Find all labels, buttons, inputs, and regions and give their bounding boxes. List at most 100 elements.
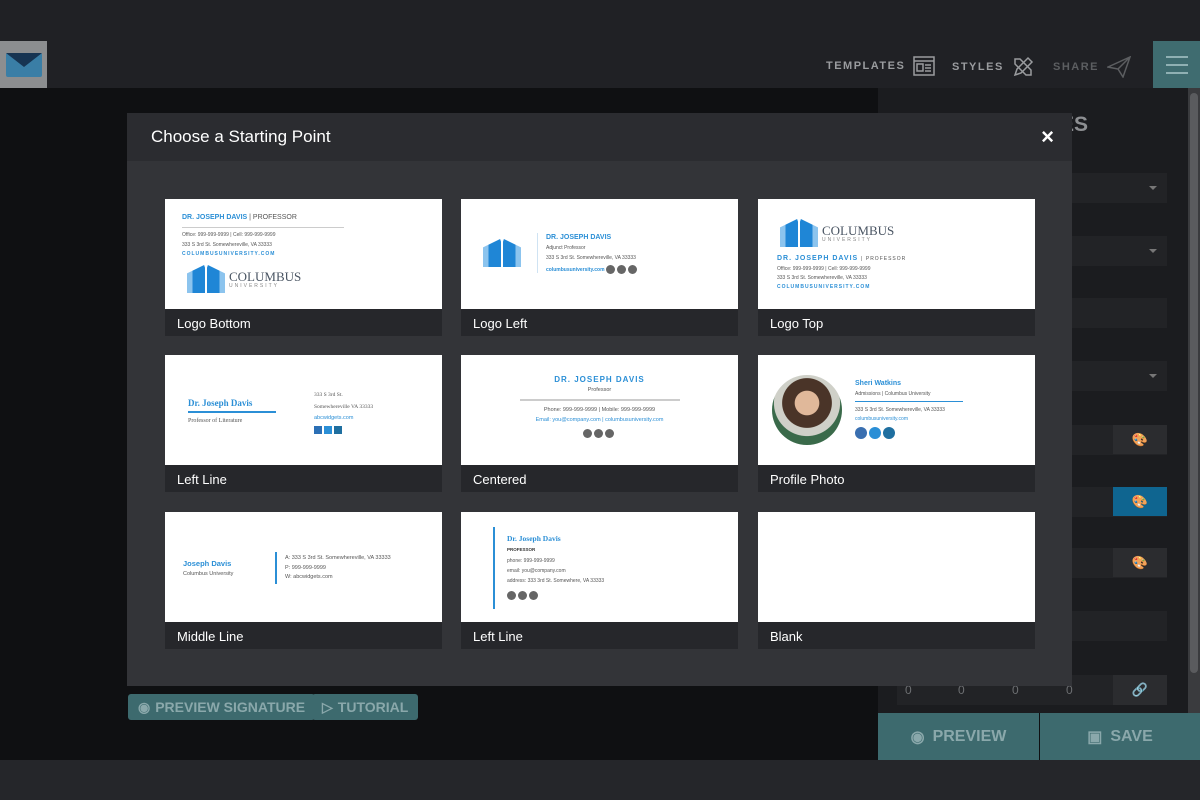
close-icon[interactable]: × <box>1041 124 1054 150</box>
template-card-middle-line[interactable]: Joseph Davis Columbus University A: 333 … <box>165 512 442 649</box>
modal-title: Choose a Starting Point <box>151 127 331 146</box>
tutorial-label: TUTORIAL <box>337 699 409 715</box>
link-icon: 🔗 <box>1131 682 1149 697</box>
templates-icon <box>913 56 936 76</box>
sig-name: DR. JOSEPH DAVIS <box>777 255 859 262</box>
facebook-icon <box>583 429 592 438</box>
logo-text: COLUMBUS <box>229 268 302 284</box>
template-label: Logo Bottom <box>177 316 251 331</box>
caret-down-icon <box>1149 374 1157 382</box>
template-preview: Joseph Davis Columbus University A: 333 … <box>165 512 442 622</box>
template-card-left-line-2[interactable]: Dr. Joseph Davis PROFESSOR phone: 999-99… <box>461 512 738 649</box>
sig-phone: phone: 999-999-9999 <box>507 558 555 564</box>
template-preview: COLUMBUS UNIVERSITY DR. JOSEPH DAVIS | PR… <box>758 199 1035 309</box>
profile-photo <box>772 375 842 445</box>
template-label: Left Line <box>473 629 523 644</box>
sig-web: COLUMBUSUNIVERSITY.COM <box>182 251 276 257</box>
sig-web: columbusuniversity.com <box>855 416 908 422</box>
nav-styles-label: STYLES <box>952 61 1004 73</box>
facebook-icon <box>314 426 322 434</box>
caret-down-icon <box>1149 186 1157 194</box>
template-preview: DR. JOSEPH DAVIS | PROFESSOR Office: 999… <box>165 199 442 309</box>
save-button[interactable]: ▣ SAVE <box>1040 713 1200 760</box>
twitter-icon <box>594 429 603 438</box>
sig-name: Dr. Joseph Davis <box>188 398 253 408</box>
sig-name: Dr. Joseph Davis <box>507 534 561 543</box>
sig-title: Admissions | Columbus University <box>855 391 931 397</box>
nav-styles[interactable]: STYLES <box>952 56 1034 78</box>
hamburger-menu-button[interactable] <box>1153 41 1200 88</box>
sig-address: 333 S 3rd St. Somewhereville, VA 33333 <box>777 275 867 281</box>
sig-name: Joseph Davis <box>183 559 232 568</box>
bottom-bar <box>0 760 1200 800</box>
template-card-logo-left[interactable]: DR. JOSEPH DAVIS Adjunct Professor 333 S… <box>461 199 738 336</box>
template-label: Middle Line <box>177 629 244 644</box>
template-label: Profile Photo <box>770 472 845 487</box>
linkedin-icon <box>883 427 895 439</box>
sig-phones: Phone: 999-999-9999 | Mobile: 999-999-99… <box>543 407 656 413</box>
preview-signature-button[interactable]: ◉ PREVIEW SIGNATURE <box>128 694 316 720</box>
linkedin-icon <box>627 265 637 274</box>
preview-button[interactable]: ◉ PREVIEW <box>878 713 1039 760</box>
palette-icon: 🎨 <box>1131 554 1149 570</box>
template-preview: DR. JOSEPH DAVIS Professor Phone: 999-99… <box>461 355 738 465</box>
tutorial-button[interactable]: ▷ TUTORIAL <box>312 694 419 720</box>
template-card-blank[interactable]: Blank <box>758 512 1035 649</box>
template-card-centered[interactable]: DR. JOSEPH DAVIS Professor Phone: 999-99… <box>461 355 738 492</box>
twitter-icon <box>518 591 527 600</box>
template-preview: DR. JOSEPH DAVIS Adjunct Professor 333 S… <box>461 199 738 309</box>
sig-web: W: abcwidgets.com <box>285 574 333 580</box>
sig-title: Professor of Literature <box>188 418 243 424</box>
template-chooser-modal: Choose a Starting Point × DR. JOSEPH DAV… <box>127 113 1072 686</box>
sig-title: | PROFESSOR <box>861 256 907 262</box>
template-card-logo-top[interactable]: COLUMBUS UNIVERSITY DR. JOSEPH DAVIS | PR… <box>758 199 1035 336</box>
sig-title: | PROFESSOR <box>249 214 297 221</box>
sig-address: address: 333 3rd St. Somewhere, VA 33333 <box>507 578 605 584</box>
sig-web: columbusuniversity.com <box>546 266 605 273</box>
book-logo-icon <box>483 239 521 267</box>
sig-web: COLUMBUSUNIVERSITY.COM <box>777 284 871 290</box>
template-label: Left Line <box>177 472 227 487</box>
template-card-left-line[interactable]: Dr. Joseph Davis Professor of Literature… <box>165 355 442 492</box>
palette-icon: 🎨 <box>1131 493 1149 509</box>
envelope-icon <box>5 52 42 77</box>
twitter-icon <box>616 265 626 274</box>
styles-icon <box>1013 56 1033 77</box>
facebook-icon <box>605 265 615 274</box>
template-card-profile-photo[interactable]: Sheri Watkins Admissions | Columbus Univ… <box>758 355 1035 492</box>
scrollbar[interactable] <box>1188 88 1200 713</box>
logo-text: COLUMBUS <box>822 222 895 238</box>
twitter-icon <box>869 427 881 439</box>
sig-web: abcwidgets.com <box>314 415 354 421</box>
template-label: Logo Left <box>473 316 528 331</box>
linkedin-icon <box>605 429 614 438</box>
nav-share[interactable]: SHARE <box>1053 56 1132 78</box>
nav-share-label: SHARE <box>1053 61 1100 73</box>
template-preview: Dr. Joseph Davis Professor of Literature… <box>165 355 442 465</box>
link-values-button[interactable]: 🔗 <box>1113 675 1167 705</box>
template-card-logo-bottom[interactable]: DR. JOSEPH DAVIS | PROFESSOR Office: 999… <box>165 199 442 336</box>
sig-title: Adjunct Professor <box>546 245 586 251</box>
save-label: SAVE <box>1110 727 1153 745</box>
color-picker-button[interactable]: 🎨 <box>1113 425 1167 454</box>
sig-address: A: 333 S 3rd St. Somewhereville, VA 3333… <box>285 555 391 561</box>
floppy-disk-icon: ▣ <box>1087 728 1103 746</box>
sig-title: Columbus University <box>183 571 234 577</box>
preview-label: PREVIEW <box>932 727 1007 745</box>
template-label: Logo Top <box>770 316 824 331</box>
sig-name: Sheri Watkins <box>855 380 902 387</box>
book-logo-icon <box>187 265 225 293</box>
template-label: Blank <box>770 629 803 644</box>
eye-icon: ◉ <box>910 728 925 746</box>
sig-address: Somewhereville VA 33333 <box>314 404 374 410</box>
template-preview <box>758 512 1035 622</box>
eye-icon: ◉ <box>138 698 151 715</box>
color-picker-button-active[interactable]: 🎨 <box>1113 487 1167 516</box>
linkedin-icon <box>529 591 538 600</box>
palette-icon: 🎨 <box>1131 431 1149 447</box>
nav-templates[interactable]: TEMPLATES <box>826 56 936 76</box>
nav-templates-label: TEMPLATES <box>826 60 906 72</box>
color-picker-button[interactable]: 🎨 <box>1113 548 1167 577</box>
play-icon: ▷ <box>322 698 333 715</box>
app-logo[interactable] <box>0 41 47 88</box>
